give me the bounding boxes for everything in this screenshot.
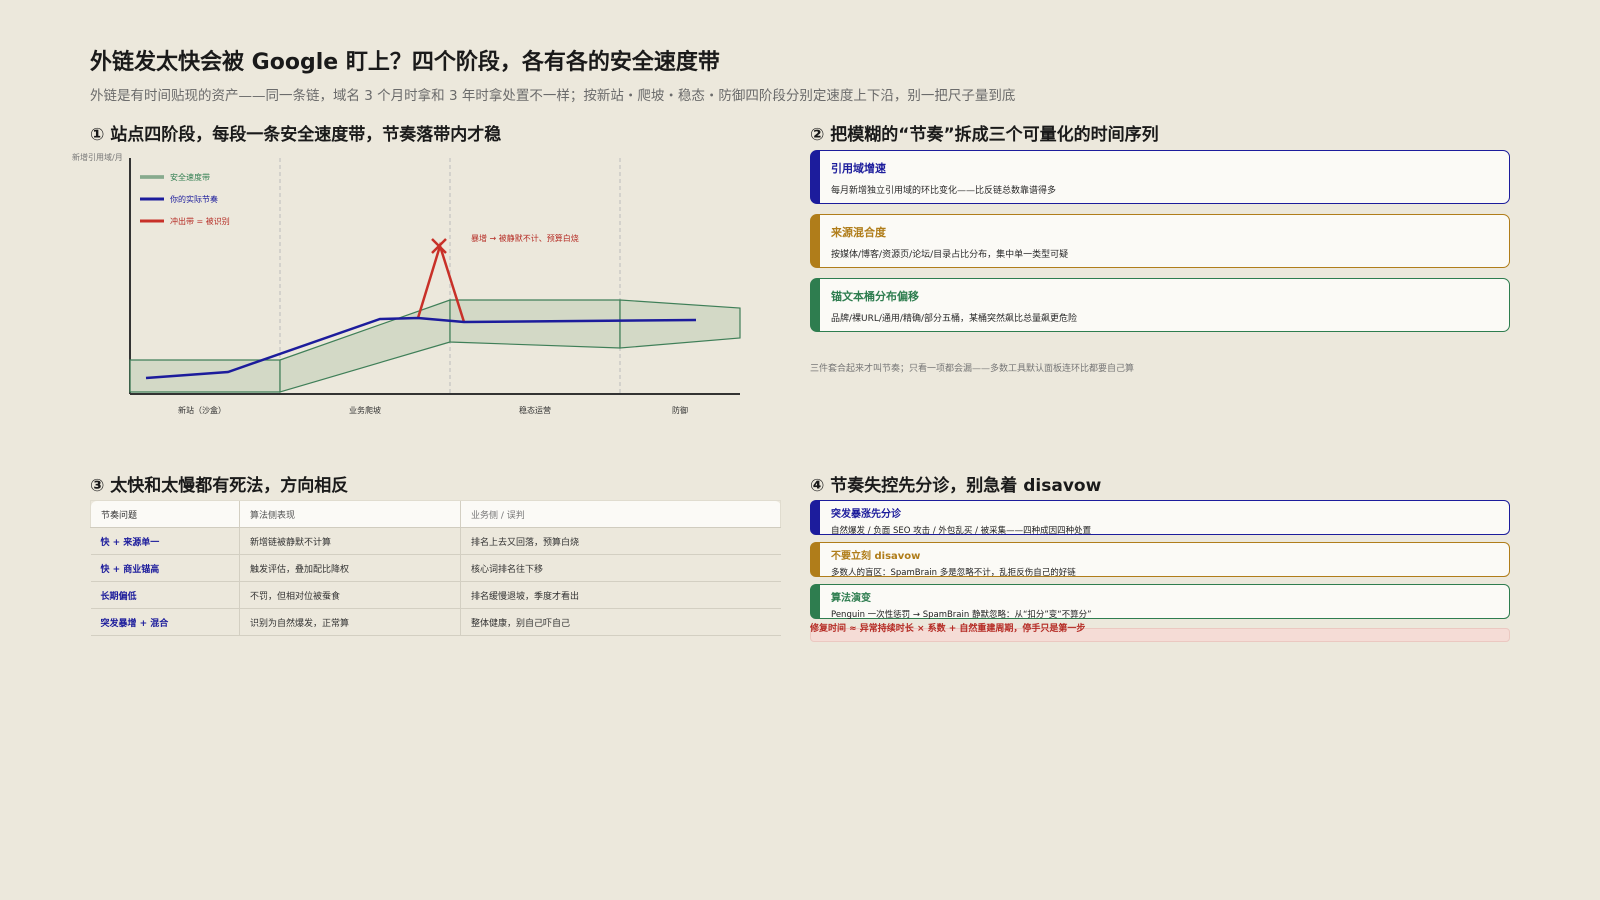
legend-label-band: 安全速度带 [170, 172, 210, 182]
table-cell: 排名缓慢退坡，季度才看出 [460, 581, 781, 609]
metric-desc: 品牌/裸URL/通用/精确/部分五桶，某桶突然飙比总量飙更危险 [831, 314, 1077, 324]
x-tick-label: 稳态运营 [519, 405, 551, 415]
diagnosis-title: 算法演变 [831, 593, 871, 604]
diagnosis-card-no-disavow: 不要立刻 disavow 多数人的盲区：SpamBrain 多是忽略不计，乱拒反… [810, 542, 1510, 578]
section-title-diagnosis: ④ 节奏失控先分诊，别急着 disavow [810, 476, 1102, 496]
table-cell: 不罚，但相对位被蚕食 [239, 581, 461, 609]
velocity-band-chart: 新增引用域/月 暴增 → 被静默不计、预算白烧 安全速度带 你的实际节奏 冲出带… [72, 152, 741, 415]
table-cell: 识别为自然爆发，正常算 [239, 608, 461, 636]
table-header-row: 节奏问题 算法侧表现 业务侧 / 误判 [90, 500, 781, 528]
table-cell: 排名上去又回落，预算白烧 [460, 527, 781, 555]
metric-card-source-mix: 来源混合度 按媒体/博客/资源页/论坛/目录占比分布，集中单一类型可疑 [810, 214, 1510, 268]
metric-card-anchor-drift: 锚文本桶分布偏移 品牌/裸URL/通用/精确/部分五桶，某桶突然飙比总量飙更危险 [810, 278, 1510, 332]
table-cell: 触发评估，叠加配比降权 [239, 554, 461, 582]
x-tick-label: 防御 [672, 405, 688, 415]
safe-band-newsite [129, 359, 281, 393]
table-cell: 快 + 商业锚高 [90, 554, 240, 582]
breakout-annotation: 暴增 → 被静默不计、预算白烧 [471, 233, 579, 243]
table-row: 长期偏低 不罚，但相对位被蚕食 排名缓慢退坡，季度才看出 [90, 581, 781, 609]
legend-label-actual: 你的实际节奏 [170, 194, 218, 204]
legend-label-breakout: 冲出带 = 被识别 [170, 216, 230, 226]
risk-table: 节奏问题 算法侧表现 业务侧 / 误判 快 + 来源单一 新增链被静默不计算 排… [90, 500, 781, 636]
metric-title: 引用域增速 [831, 162, 886, 175]
table-row: 快 + 来源单一 新增链被静默不计算 排名上去又回落，预算白烧 [90, 527, 781, 555]
diagnosis-card-triage: 突发暴涨先分诊 自然爆发 / 负面 SEO 攻击 / 外包乱买 / 被采集——四… [810, 500, 1510, 536]
metric-title: 来源混合度 [831, 226, 886, 239]
diagnosis-desc: Penguin 一次性惩罚 → SpamBrain 静默忽略：从“扣分”变“不算… [831, 610, 1092, 620]
table-cell: 突发暴增 + 混合 [90, 608, 240, 636]
metric-title: 锚文本桶分布偏移 [831, 290, 919, 303]
table-header: 业务侧 / 误判 [460, 500, 781, 528]
table-header: 算法侧表现 [239, 500, 461, 528]
page-subtitle: 外链是有时间贴现的资产——同一条链，域名 3 个月时拿和 3 年时拿处置不一样；… [90, 88, 1016, 104]
x-tick-label: 业务爬坡 [349, 405, 381, 415]
metric-card-domain-growth: 引用域增速 每月新增独立引用域的环比变化——比反链总数靠谱得多 [810, 150, 1510, 204]
x-tick-label: 新站（沙盒） [178, 405, 226, 415]
diagnosis-card-algorithm: 算法演变 Penguin 一次性惩罚 → SpamBrain 静默忽略：从“扣分… [810, 584, 1510, 620]
diagnosis-desc: 自然爆发 / 负面 SEO 攻击 / 外包乱买 / 被采集——四种成因四种处置 [831, 526, 1092, 536]
metrics-footnote: 三件套合起来才叫节奏；只看一项都会漏——多数工具默认面板连环比都要自己算 [810, 364, 1135, 374]
table-cell: 整体健康，别自己吓自己 [460, 608, 781, 636]
section-title-risks: ③ 太快和太慢都有死法，方向相反 [90, 476, 349, 496]
diagnosis-title: 不要立刻 disavow [831, 551, 921, 562]
section-title-stages: ① 站点四阶段，每段一条安全速度带，节奏落带内才稳 [90, 125, 502, 145]
y-axis-label: 新增引用域/月 [72, 152, 123, 162]
metric-desc: 按媒体/博客/资源页/论坛/目录占比分布，集中单一类型可疑 [831, 250, 1069, 260]
table-cell: 快 + 来源单一 [90, 527, 240, 555]
diagnosis-title: 突发暴涨先分诊 [831, 509, 901, 520]
table-cell: 新增链被静默不计算 [239, 527, 461, 555]
page-title: 外链发太快会被 Google 盯上？四个阶段，各有各的安全速度带 [90, 50, 720, 75]
safe-band-defense [619, 299, 741, 349]
table-row: 快 + 商业锚高 触发评估，叠加配比降权 核心词排名往下移 [90, 554, 781, 582]
table-row: 突发暴增 + 混合 识别为自然爆发，正常算 整体健康，别自己吓自己 [90, 608, 781, 636]
safe-band-steady [449, 299, 621, 349]
diagnosis-desc: 多数人的盲区：SpamBrain 多是忽略不计，乱拒反伤自己的好链 [831, 568, 1076, 578]
section-title-metrics: ② 把模糊的“节奏”拆成三个可量化的时间序列 [810, 125, 1159, 145]
table-cell: 核心词排名往下移 [460, 554, 781, 582]
table-cell: 长期偏低 [90, 581, 240, 609]
repair-formula: 修复时间 ≈ 异常持续时长 × 系数 + 自然重建周期，停手只是第一步 [810, 624, 1086, 634]
metric-desc: 每月新增独立引用域的环比变化——比反链总数靠谱得多 [831, 186, 1057, 196]
table-header: 节奏问题 [90, 500, 240, 528]
